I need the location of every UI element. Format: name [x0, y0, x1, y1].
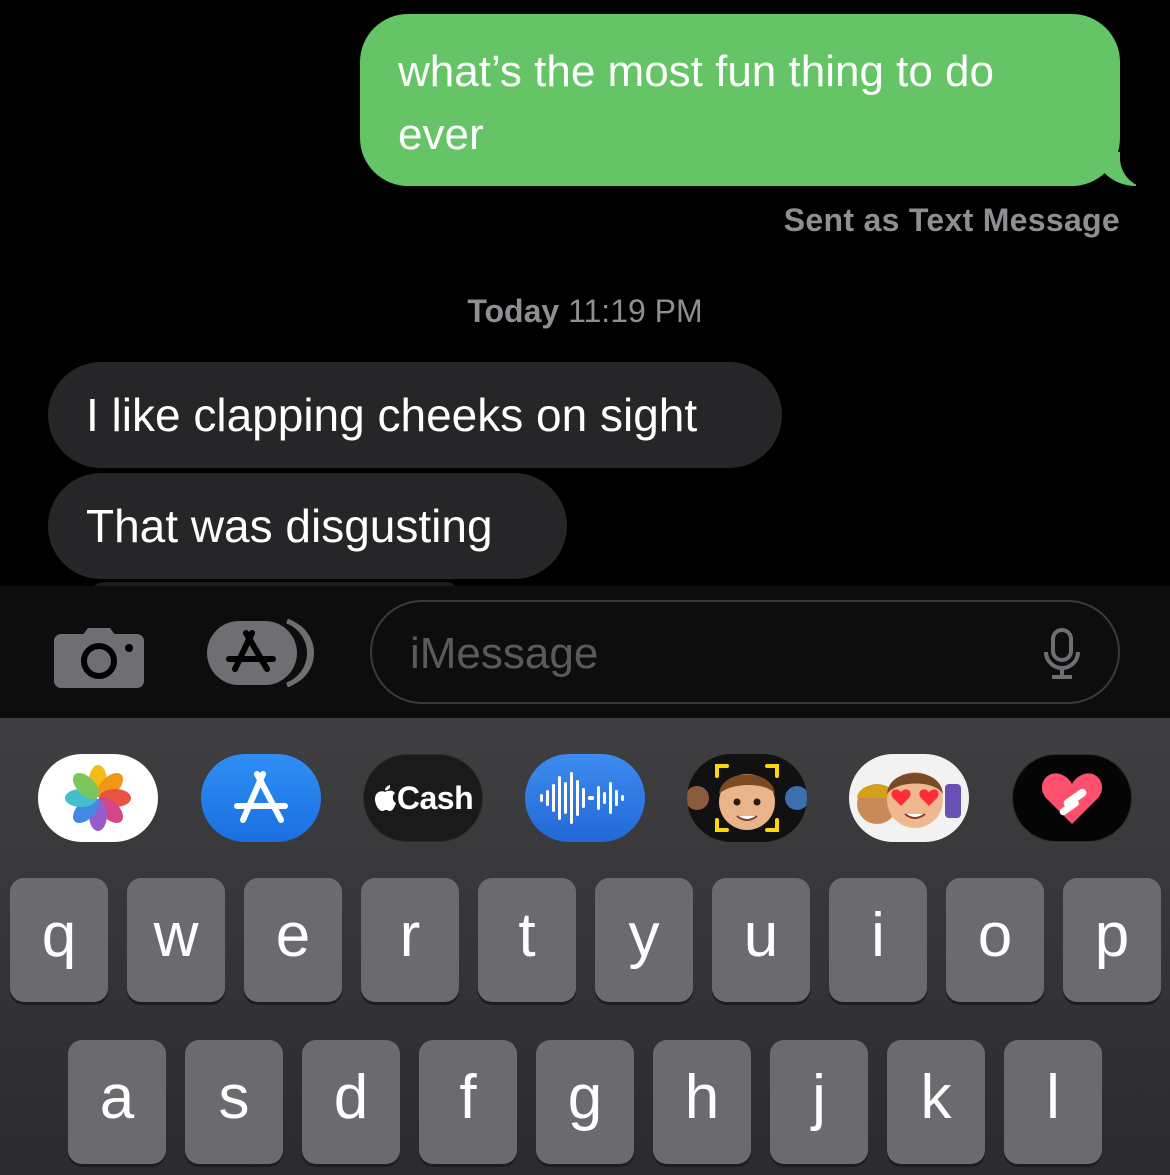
- key-h[interactable]: h: [653, 1040, 751, 1164]
- microphone-icon[interactable]: [1042, 628, 1082, 680]
- photos-icon: [65, 765, 131, 831]
- key-i[interactable]: i: [829, 878, 927, 1002]
- digital-touch-icon: [1041, 773, 1103, 824]
- app-store-app-button[interactable]: [201, 754, 321, 842]
- memoji-stickers-app-button[interactable]: [849, 754, 969, 842]
- camera-button[interactable]: [54, 628, 144, 688]
- app-store-icon: [207, 618, 314, 688]
- cash-label: Cash: [396, 779, 474, 816]
- key-s[interactable]: s: [185, 1040, 283, 1164]
- key-j[interactable]: j: [770, 1040, 868, 1164]
- photos-app-button[interactable]: [38, 754, 158, 842]
- key-o[interactable]: o: [946, 878, 1044, 1002]
- message-text: what’s the most fun thing to do ever: [398, 47, 994, 159]
- key-y[interactable]: y: [595, 878, 693, 1002]
- imessage-input[interactable]: iMessage: [370, 600, 1120, 704]
- digital-touch-app-button[interactable]: [1012, 754, 1132, 842]
- memoji-stickers-icon: [857, 772, 961, 828]
- memoji-camera-app-button[interactable]: [687, 754, 807, 842]
- message-text: That was disgusting: [86, 500, 493, 552]
- input-placeholder: iMessage: [410, 629, 599, 678]
- key-r[interactable]: r: [361, 878, 459, 1002]
- apps-button[interactable]: [207, 617, 319, 689]
- key-p[interactable]: p: [1063, 878, 1161, 1002]
- camera-icon: [54, 628, 144, 688]
- outgoing-message-bubble[interactable]: what’s the most fun thing to do ever: [360, 14, 1154, 188]
- sent-as-text-note: Sent as Text Message: [783, 202, 1120, 238]
- key-t[interactable]: t: [478, 878, 576, 1002]
- key-f[interactable]: f: [419, 1040, 517, 1164]
- timestamp-day: Today: [467, 293, 560, 329]
- key-l[interactable]: l: [1004, 1040, 1102, 1164]
- key-u[interactable]: u: [712, 878, 810, 1002]
- incoming-message-bubble[interactable]: I like clapping cheeks on sight: [48, 362, 782, 468]
- key-d[interactable]: d: [302, 1040, 400, 1164]
- apple-cash-app-button[interactable]: Cash: [363, 754, 483, 842]
- memoji-camera-icon: [687, 764, 807, 832]
- message-text: I like clapping cheeks on sight: [86, 389, 698, 441]
- app-store-icon: [234, 771, 288, 823]
- key-a[interactable]: a: [68, 1040, 166, 1164]
- audio-message-app-button[interactable]: [525, 754, 645, 842]
- apple-cash-icon: [374, 785, 396, 811]
- timestamp-time: 11:19 PM: [568, 293, 703, 329]
- key-q[interactable]: q: [10, 878, 108, 1002]
- key-g[interactable]: g: [536, 1040, 634, 1164]
- key-k[interactable]: k: [887, 1040, 985, 1164]
- incoming-message-bubble[interactable]: That was disgusting: [48, 473, 567, 579]
- message-timestamp: Today 11:19 PM: [0, 293, 1170, 330]
- key-e[interactable]: e: [244, 878, 342, 1002]
- key-w[interactable]: w: [127, 878, 225, 1002]
- audio-message-icon: [540, 772, 624, 824]
